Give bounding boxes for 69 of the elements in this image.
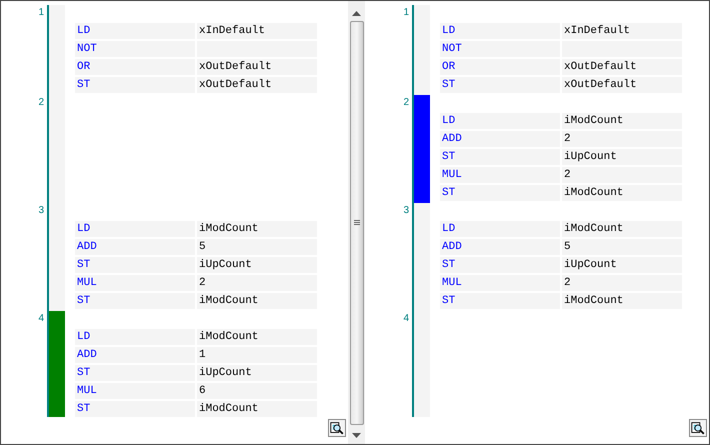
operand-cell: iUpCount [562,149,682,165]
operand-cell: xOutDefault [197,59,317,75]
operator-cell: ST [440,257,560,273]
operator-cell: OR [75,59,195,75]
operator-cell: ST [75,77,195,93]
operand-cell: iModCount [197,221,317,237]
operator-cell: MUL [75,275,195,291]
network-number: 2 [403,97,409,109]
operator-cell: MUL [75,383,195,399]
operator-cell: MUL [440,167,560,183]
operator-cell: LD [440,23,560,39]
operand-cell: iUpCount [197,365,317,381]
operand-cell: xOutDefault [197,77,317,93]
operator-cell: LD [75,221,195,237]
operand-cell: 2 [562,131,682,147]
operand-cell: 2 [562,275,682,291]
operand-cell: 5 [197,239,317,255]
operator-cell: LD [440,221,560,237]
operator-cell: NOT [75,41,195,57]
operand-cell: 2 [562,167,682,183]
operand-cell: xInDefault [562,23,682,39]
operand-cell: iModCount [197,329,317,345]
operand-cell: xOutDefault [562,59,682,75]
operator-cell: ST [75,401,195,417]
zoom-icon[interactable] [689,419,707,437]
operator-cell: ADD [75,347,195,363]
operand-cell: xInDefault [197,23,317,39]
scroll-thumb[interactable] [350,21,364,425]
operator-cell: ST [440,185,560,201]
operator-cell: ADD [75,239,195,255]
operator-cell: ST [75,365,195,381]
network-number: 4 [403,313,409,325]
operand-cell: 2 [197,275,317,291]
operator-cell: LD [440,113,560,129]
scrollbar[interactable] [348,1,365,444]
operator-cell: ST [75,293,195,309]
operand-cell: iModCount [197,401,317,417]
scroll-up-icon[interactable] [352,11,361,16]
operand-cell: xOutDefault [562,77,682,93]
operand-cell: 6 [197,383,317,399]
operand-cell: iModCount [562,221,682,237]
operand-cell: iUpCount [562,257,682,273]
operator-cell: ST [440,149,560,165]
operand-cell: iModCount [562,185,682,201]
grip-icon [354,220,360,226]
operand-cell: 1 [197,347,317,363]
operand-cell: iModCount [197,293,317,309]
zoom-icon[interactable] [328,419,346,437]
operand-cell: iUpCount [197,257,317,273]
operand-cell: iModCount [562,113,682,129]
operator-cell: ST [440,77,560,93]
operator-cell: ADD [440,131,560,147]
operator-cell: NOT [440,41,560,57]
network-number: 1 [38,7,44,19]
operand-cell: iModCount [562,293,682,309]
scroll-down-icon[interactable] [352,433,361,438]
operator-cell: LD [75,329,195,345]
operator-cell: OR [440,59,560,75]
operator-cell: MUL [440,275,560,291]
network-number: 1 [403,7,409,19]
network-number: 4 [38,313,44,325]
network-number: 3 [38,205,44,217]
network-number: 2 [38,97,44,109]
network-number: 3 [403,205,409,217]
operator-cell: ST [440,293,560,309]
operator-cell: LD [75,23,195,39]
operand-cell: 5 [562,239,682,255]
operator-cell: ST [75,257,195,273]
operator-cell: ADD [440,239,560,255]
